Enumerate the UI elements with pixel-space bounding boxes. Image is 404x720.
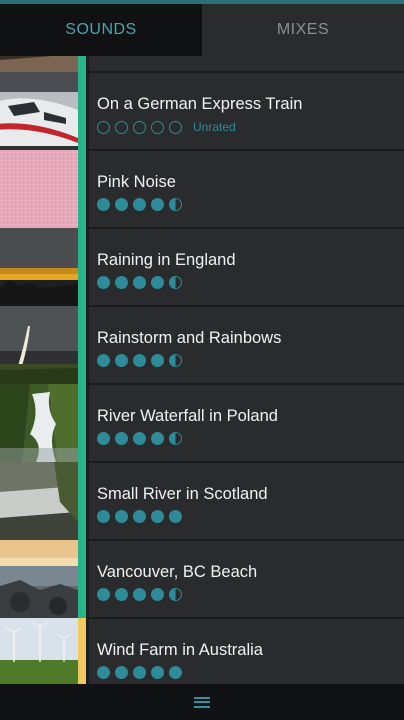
status-bar — [78, 384, 86, 462]
rating-dot-icon[interactable] — [115, 432, 128, 445]
rating-dot-icon[interactable] — [169, 666, 182, 679]
status-bar — [78, 72, 86, 150]
rating-dot-icon[interactable] — [133, 432, 146, 445]
rating-dot-icon[interactable] — [115, 588, 128, 601]
tab-sounds[interactable]: SOUNDS — [0, 4, 202, 56]
tab-mixes[interactable]: MIXES — [202, 4, 404, 56]
bottom-bar — [0, 684, 404, 720]
list-item[interactable]: Raining in England — [0, 228, 404, 306]
rating-dot-icon[interactable] — [151, 198, 164, 211]
rating[interactable]: Unrated — [97, 120, 236, 134]
rating[interactable] — [97, 354, 182, 367]
rating-dot-icon[interactable] — [97, 432, 110, 445]
status-bar — [78, 150, 86, 228]
rating-dot-icon[interactable] — [97, 198, 110, 211]
status-bar — [78, 306, 86, 384]
sound-title: Wind Farm in Australia — [97, 641, 263, 659]
list-item-partial[interactable] — [0, 56, 404, 72]
list-item[interactable]: River Waterfall in Poland — [0, 384, 404, 462]
rating-dot-icon[interactable] — [133, 276, 146, 289]
rating-dot-icon[interactable] — [151, 432, 164, 445]
rating-dot-icon[interactable] — [151, 510, 164, 523]
rating-dot-icon[interactable] — [115, 276, 128, 289]
rating-dot-icon[interactable] — [115, 666, 128, 679]
now-playing-bar — [78, 618, 86, 684]
sound-thumbnail — [0, 56, 78, 72]
sound-thumbnail — [0, 306, 78, 384]
sound-thumbnail — [0, 384, 78, 462]
sound-thumbnail — [0, 228, 78, 306]
rating-half-dot-icon[interactable] — [169, 432, 182, 445]
sound-title: On a German Express Train — [97, 95, 303, 113]
status-bar — [78, 462, 86, 540]
rating-dot-icon[interactable] — [169, 510, 182, 523]
rating-dot-icon[interactable] — [97, 666, 110, 679]
rating-half-dot-icon[interactable] — [169, 276, 182, 289]
rating-dot-icon[interactable] — [133, 198, 146, 211]
rating-dot-icon[interactable] — [151, 276, 164, 289]
rating-dot-icon[interactable] — [97, 510, 110, 523]
rating-dot-icon[interactable] — [169, 120, 182, 134]
rating[interactable] — [97, 276, 182, 289]
rating-dot-icon[interactable] — [115, 510, 128, 523]
rating[interactable] — [97, 666, 182, 679]
rating[interactable] — [97, 432, 182, 445]
rating-dot-icon[interactable] — [151, 120, 164, 134]
rating-dot-icon[interactable] — [97, 276, 110, 289]
sound-thumbnail — [0, 150, 78, 228]
rating-half-dot-icon[interactable] — [169, 588, 182, 601]
sound-title: Small River in Scotland — [97, 485, 268, 503]
sound-title: Vancouver, BC Beach — [97, 563, 258, 581]
rating-dot-icon[interactable] — [133, 354, 146, 367]
list-item[interactable]: On a German Express Train Unrated — [0, 72, 404, 150]
status-bar — [78, 228, 86, 306]
rating-dot-icon[interactable] — [151, 588, 164, 601]
rating-dot-icon[interactable] — [97, 120, 110, 134]
rating-half-dot-icon[interactable] — [169, 354, 182, 367]
rating-dot-icon[interactable] — [97, 588, 110, 601]
rating-dot-icon[interactable] — [115, 354, 128, 367]
sound-thumbnail — [0, 540, 78, 618]
unrated-label: Unrated — [193, 120, 236, 134]
hamburger-menu-icon[interactable] — [194, 696, 210, 708]
sound-thumbnail — [0, 462, 78, 540]
list-item[interactable]: Pink Noise — [0, 150, 404, 228]
rating[interactable] — [97, 510, 182, 523]
rating-dot-icon[interactable] — [151, 666, 164, 679]
rating-half-dot-icon[interactable] — [169, 198, 182, 211]
rating-dot-icon[interactable] — [133, 510, 146, 523]
tab-bar: SOUNDS MIXES — [0, 4, 404, 56]
list-item[interactable]: Rainstorm and Rainbows — [0, 306, 404, 384]
sound-title: Raining in England — [97, 251, 236, 269]
rating-dot-icon[interactable] — [115, 120, 128, 134]
list-item[interactable]: Small River in Scotland — [0, 462, 404, 540]
sound-title: River Waterfall in Poland — [97, 407, 278, 425]
status-bar — [78, 540, 86, 618]
sound-title: Pink Noise — [97, 173, 176, 191]
sound-thumbnail — [0, 72, 78, 150]
list-item[interactable]: Vancouver, BC Beach — [0, 540, 404, 618]
rating-dot-icon[interactable] — [151, 354, 164, 367]
rating-dot-icon[interactable] — [133, 120, 146, 134]
rating[interactable] — [97, 198, 182, 211]
rating-dot-icon[interactable] — [133, 666, 146, 679]
sound-list[interactable]: On a German Express Train Unrated Pink N… — [0, 56, 404, 684]
sound-title: Rainstorm and Rainbows — [97, 329, 282, 347]
rating-dot-icon[interactable] — [115, 198, 128, 211]
list-item[interactable]: Wind Farm in Australia — [0, 618, 404, 684]
sound-thumbnail — [0, 618, 78, 684]
rating-dot-icon[interactable] — [133, 588, 146, 601]
rating-dot-icon[interactable] — [97, 354, 110, 367]
rating[interactable] — [97, 588, 182, 601]
